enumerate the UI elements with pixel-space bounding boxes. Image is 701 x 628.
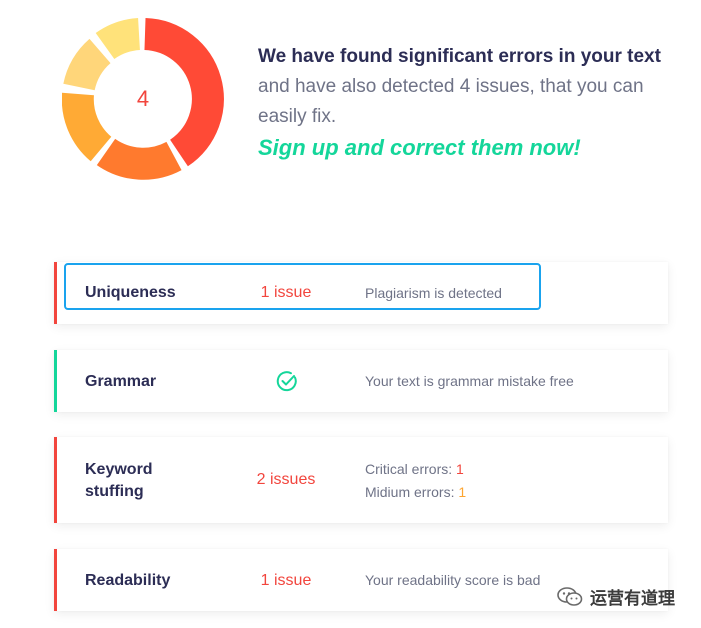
issue-count: 4: [136, 86, 150, 111]
check-name: Readability: [85, 572, 171, 589]
check-name: Grammar: [85, 373, 157, 390]
check-name-line2: stuffing: [85, 483, 144, 500]
check-circle-icon: [276, 371, 297, 392]
headline-regular: and have also detected 4 issues, that yo…: [258, 76, 644, 127]
critical-errors-value: 1: [456, 461, 464, 477]
check-name: Keyword stuffing: [85, 459, 153, 503]
medium-errors-label: Midium errors:: [365, 484, 455, 500]
check-status: 1 issue: [260, 572, 312, 589]
check-status: 1 issue: [260, 284, 312, 301]
signup-cta-link[interactable]: Sign up and correct them now!: [258, 132, 688, 164]
check-description: Your readability score is bad: [365, 572, 541, 588]
check-name: Uniqueness: [85, 284, 176, 301]
headline-bold: We have found significant errors in your…: [258, 46, 661, 67]
check-card-keyword-stuffing[interactable]: Keyword stuffing 2 issues Critical error…: [54, 437, 668, 523]
check-name-line1: Keyword: [85, 461, 153, 478]
wechat-icon: [557, 586, 583, 606]
issues-donut-chart: 4: [62, 18, 224, 180]
critical-errors-label: Critical errors:: [365, 461, 453, 477]
medium-errors-value: 1: [458, 484, 467, 500]
check-description: Plagiarism is detected: [365, 285, 502, 301]
summary-text: We have found significant errors in your…: [258, 42, 688, 164]
check-card-uniqueness[interactable]: Uniqueness 1 issue Plagiarism is detecte…: [54, 262, 668, 324]
watermark-text: 运营有道理: [590, 589, 675, 608]
watermark: 运营有道理: [556, 584, 675, 609]
check-status: 2 issues: [256, 471, 316, 488]
check-card-grammar[interactable]: Grammar Your text is grammar mistake fre…: [54, 350, 668, 412]
check-description: Critical errors: 1 Midium errors: 1: [365, 458, 466, 504]
check-description: Your text is grammar mistake free: [365, 373, 574, 389]
